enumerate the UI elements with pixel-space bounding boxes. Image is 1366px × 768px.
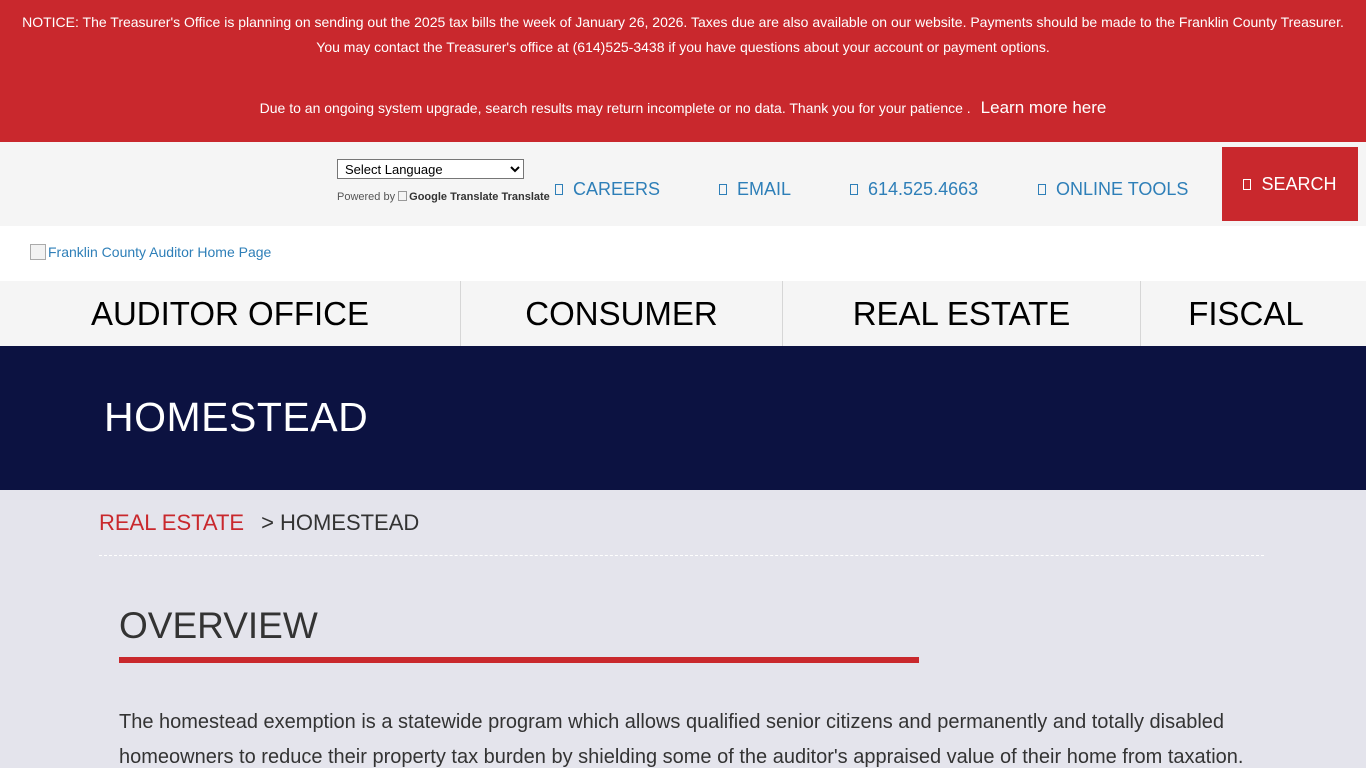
nav-item-consumer[interactable]: CONSUMER xyxy=(461,281,782,346)
logo-image-icon xyxy=(30,244,46,260)
notice-text-contact: You may contact the Treasurer's office a… xyxy=(316,39,1050,55)
language-select[interactable]: Select Language xyxy=(337,159,524,179)
notice-text-tax-bills: NOTICE: The Treasurer's Office is planni… xyxy=(22,14,1344,30)
envelope-icon xyxy=(719,184,727,195)
powered-by-label: Powered by xyxy=(337,191,396,203)
online-tools-label: ONLINE TOOLS xyxy=(1056,179,1189,199)
broken-image-icon xyxy=(398,191,408,201)
google-translate-alt: Google Translate xyxy=(409,191,499,203)
logo-row: Franklin County Auditor Home Page xyxy=(0,226,1366,281)
breadcrumb-current: HOMESTEAD xyxy=(279,510,420,535)
briefcase-icon xyxy=(555,184,563,195)
page-hero: HOMESTEAD xyxy=(0,346,1366,490)
notice-upgrade-text: Due to an ongoing system upgrade, search… xyxy=(259,100,971,116)
overview-heading: OVERVIEW xyxy=(119,605,318,646)
home-logo-link[interactable]: Franklin County Auditor Home Page xyxy=(30,241,271,263)
translate-label: Translate xyxy=(501,191,550,203)
careers-link[interactable]: CAREERS xyxy=(555,178,660,200)
breadcrumb-divider xyxy=(99,555,1264,556)
main-navigation: AUDITOR OFFICE CONSUMER REAL ESTATE FISC… xyxy=(0,281,1366,346)
nav-item-real-estate[interactable]: REAL ESTATE xyxy=(783,281,1140,346)
online-tools-link[interactable]: ONLINE TOOLS xyxy=(1038,178,1188,200)
search-button[interactable]: SEARCH xyxy=(1222,147,1358,221)
nav-item-fiscal[interactable]: FISCAL xyxy=(1141,281,1351,346)
search-icon xyxy=(1243,179,1252,190)
page-title: HOMESTEAD xyxy=(104,394,369,440)
breadcrumb-separator: > xyxy=(261,510,274,535)
notice-text-system-upgrade: Due to an ongoing system upgrade, search… xyxy=(0,97,1366,119)
phone-link[interactable]: 614.525.4663 xyxy=(850,178,978,200)
phone-icon xyxy=(850,184,858,195)
email-label: EMAIL xyxy=(737,179,792,199)
breadcrumb: REAL ESTATE > HOMESTEAD xyxy=(99,510,419,536)
phone-label: 614.525.4663 xyxy=(868,179,979,199)
breadcrumb-real-estate-link[interactable]: REAL ESTATE xyxy=(99,510,244,535)
overview-underline xyxy=(119,657,919,663)
utility-bar: Select Language Powered by Google Transl… xyxy=(0,142,1366,226)
email-link[interactable]: EMAIL xyxy=(719,178,791,200)
tools-icon xyxy=(1038,184,1046,195)
notice-banner: NOTICE: The Treasurer's Office is planni… xyxy=(0,0,1366,142)
google-translate-link[interactable]: Google Translate Translate xyxy=(398,191,550,203)
careers-label: CAREERS xyxy=(573,179,661,199)
search-label: SEARCH xyxy=(1261,174,1337,194)
learn-more-link[interactable]: Learn more here xyxy=(981,98,1107,117)
overview-paragraph: The homestead exemption is a statewide p… xyxy=(119,711,1244,768)
nav-item-auditor-office[interactable]: AUDITOR OFFICE xyxy=(0,281,460,346)
logo-alt-text: Franklin County Auditor Home Page xyxy=(48,244,272,260)
powered-by-google-translate: Powered by Google Translate Translate xyxy=(337,189,550,205)
